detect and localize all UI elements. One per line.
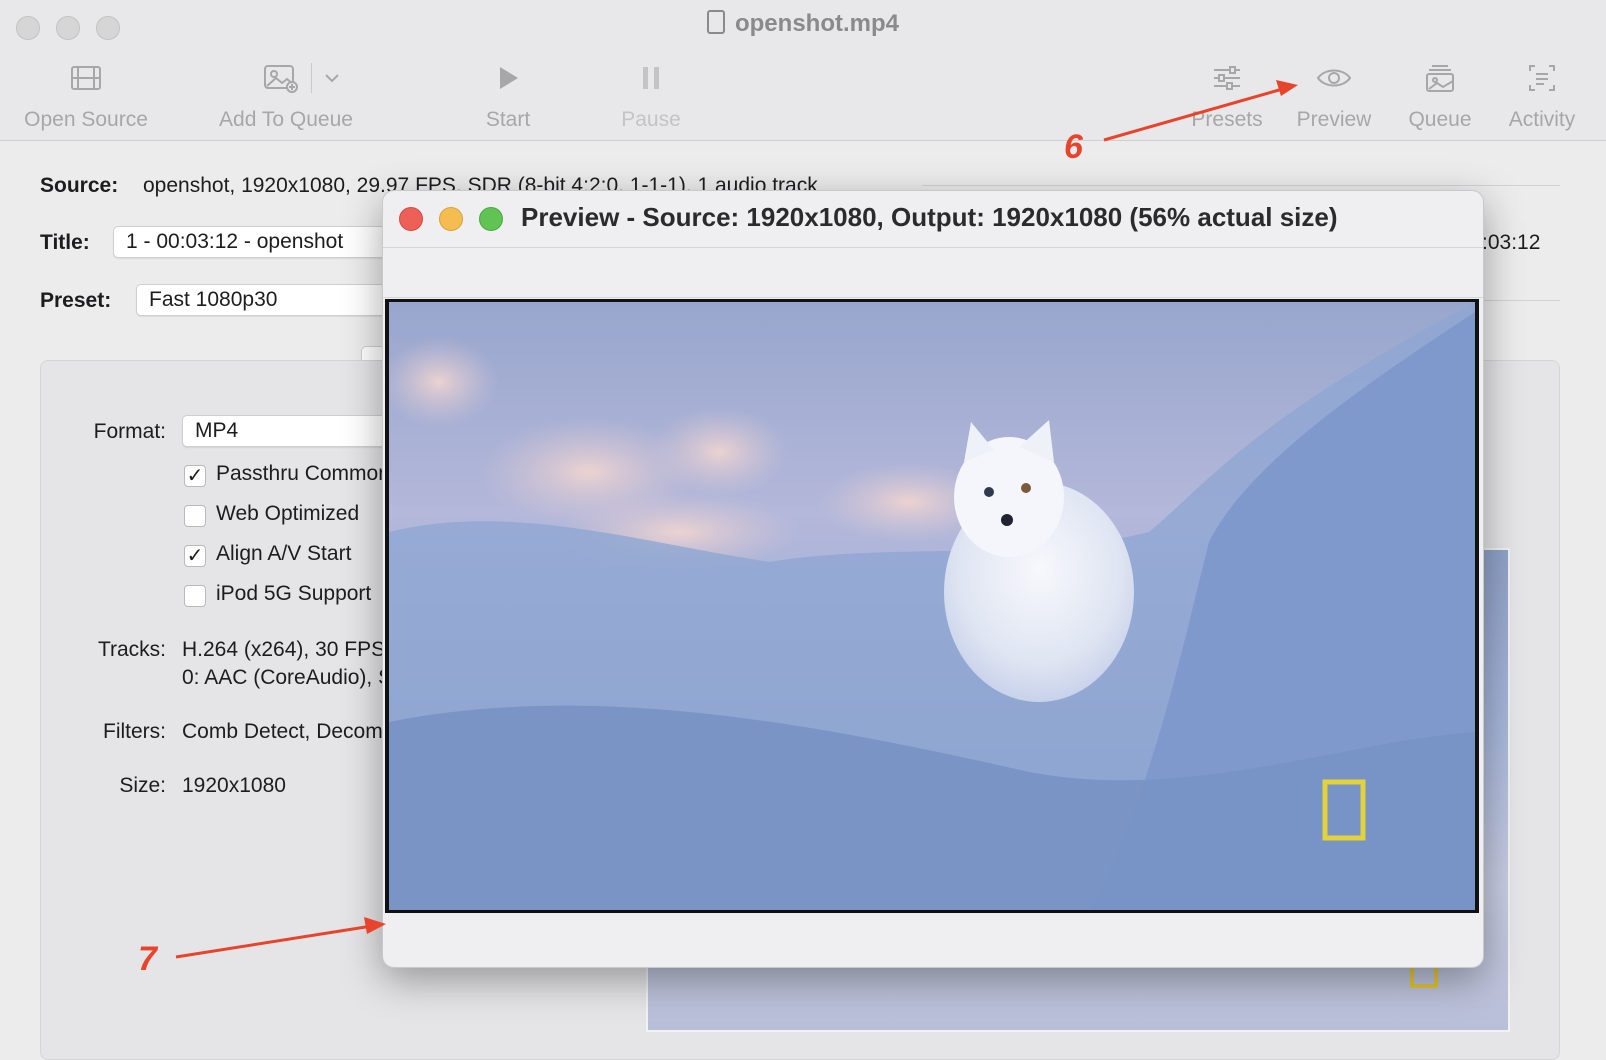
annotation-number-7: 7: [138, 940, 157, 978]
annotation-arrowhead-6: [1276, 80, 1298, 96]
annotation-arrow-7: [175, 924, 373, 959]
annotation-arrow-6: [1103, 86, 1287, 142]
annotation-arrowhead-7: [364, 917, 386, 934]
annotation-number-6: 6: [1064, 128, 1083, 166]
annotation-overlay: [175, 80, 1298, 959]
